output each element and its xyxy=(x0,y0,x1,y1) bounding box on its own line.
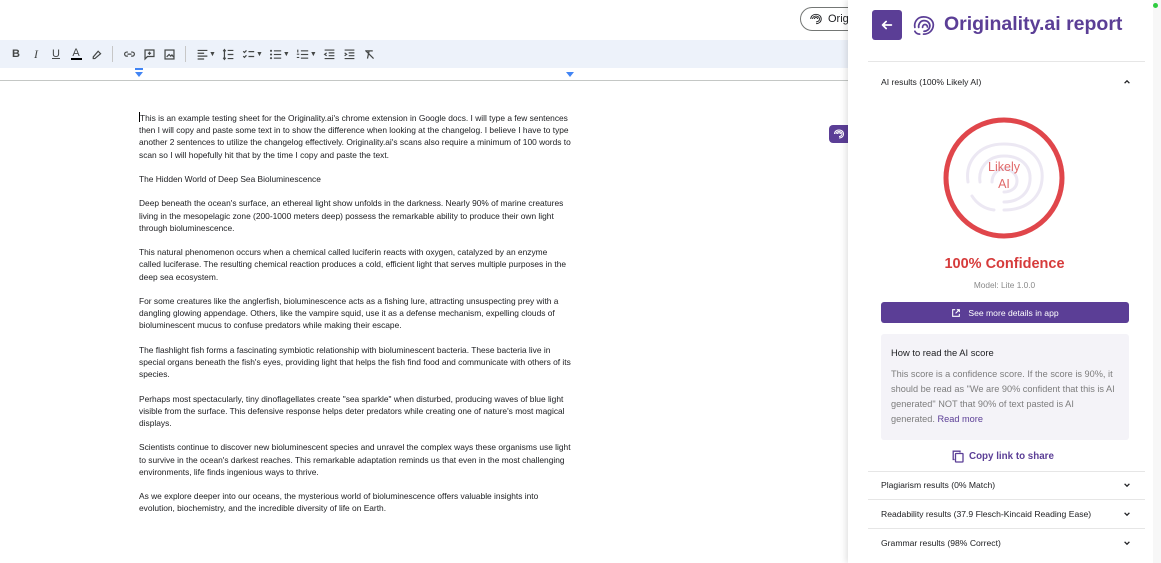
highlight-icon[interactable] xyxy=(86,44,106,64)
ai-results-label: AI results (100% Likely AI) xyxy=(881,77,982,87)
toolbar-divider xyxy=(185,46,186,62)
doc-paragraph: For some creatures like the anglerfish, … xyxy=(139,295,559,331)
model-version: Model: Lite 1.0.0 xyxy=(973,280,1036,290)
brain-icon xyxy=(833,129,844,139)
line-spacing-icon[interactable] xyxy=(219,44,239,64)
doc-paragraph: Scientists continue to discover new biol… xyxy=(139,442,571,477)
image-icon[interactable] xyxy=(159,44,179,64)
numbered-list-chevron-down-icon[interactable]: ▼ xyxy=(310,51,317,58)
bulleted-list-chevron-down-icon[interactable]: ▼ xyxy=(283,51,290,58)
grammar-label: Grammar results (98% Correct) xyxy=(881,538,1001,548)
ai-results-accordion[interactable]: AI results (100% Likely AI) xyxy=(881,75,1131,89)
doc-paragraph: Perhaps most spectacularly, tiny dinofla… xyxy=(139,393,565,428)
back-button[interactable] xyxy=(872,10,902,40)
bold-button[interactable]: B xyxy=(6,44,26,64)
chevron-up-icon xyxy=(1124,79,1130,84)
plagiarism-label: Plagiarism results (0% Match) xyxy=(881,480,996,490)
horizontal-ruler xyxy=(0,68,848,81)
section-divider xyxy=(868,528,1145,529)
doc-paragraph: The flashlight fish forms a fascinating … xyxy=(139,344,571,380)
originality-report-panel: Originality.ai report AI results (100% L… xyxy=(848,0,1161,563)
how-to-read-text: This score is a confidence score. If the… xyxy=(891,369,1115,424)
underline-button[interactable]: U xyxy=(46,44,66,64)
document-body[interactable]: This is an example testing sheet for the… xyxy=(139,112,571,527)
confidence-score: 100% Confidence xyxy=(944,256,1065,272)
docs-header xyxy=(0,0,848,40)
section-divider xyxy=(868,499,1145,500)
formatting-toolbar: B I U A ▼ ▼ ▼ ▼ xyxy=(0,40,848,68)
how-to-read-body: This score is a confidence score. If the… xyxy=(891,367,1119,427)
extension-pill-label: Origi xyxy=(828,13,848,25)
align-chevron-down-icon[interactable]: ▼ xyxy=(209,51,216,58)
google-docs-editor: Origi B I U A ▼ ▼ xyxy=(0,0,848,563)
text-color-swatch xyxy=(70,57,82,60)
decrease-indent-icon[interactable] xyxy=(320,44,340,64)
plagiarism-accordion[interactable]: Plagiarism results (0% Match) xyxy=(881,478,1131,492)
clear-formatting-icon[interactable] xyxy=(360,44,380,64)
gauge-label-line1: Likely xyxy=(988,160,1020,174)
originality-side-tab[interactable] xyxy=(829,125,848,143)
how-to-read-card: How to read the AI score This score is a… xyxy=(881,334,1129,440)
panel-title: Originality.ai report xyxy=(944,13,1123,35)
external-link-icon xyxy=(952,308,961,317)
checklist-chevron-down-icon[interactable]: ▼ xyxy=(256,51,263,58)
section-divider xyxy=(868,471,1145,472)
doc-heading: The Hidden World of Deep Sea Bioluminesc… xyxy=(139,174,321,184)
chevron-down-icon xyxy=(1124,512,1130,517)
how-to-read-title: How to read the AI score xyxy=(891,347,994,358)
status-indicator-dot xyxy=(1153,3,1158,8)
copy-link-button[interactable]: Copy link to share xyxy=(952,449,1054,463)
toolbar-divider xyxy=(112,46,113,62)
doc-paragraph: As we explore deeper into our oceans, th… xyxy=(139,491,539,514)
readability-accordion[interactable]: Readability results (37.9 Flesch-Kincaid… xyxy=(881,507,1131,521)
right-indent-marker[interactable] xyxy=(566,72,574,77)
brain-icon xyxy=(810,13,822,25)
readability-label: Readability results (37.9 Flesch-Kincaid… xyxy=(881,509,1092,519)
see-details-label: See more details in app xyxy=(968,307,1059,318)
gauge-label: Likely AI xyxy=(942,159,1066,193)
panel-scrollbar[interactable] xyxy=(1153,0,1161,563)
chevron-down-icon xyxy=(1124,541,1130,546)
link-icon[interactable] xyxy=(119,44,139,64)
doc-paragraph: This natural phenomenon occurs when a ch… xyxy=(139,247,567,282)
comment-icon[interactable] xyxy=(139,44,159,64)
see-details-button[interactable]: See more details in app xyxy=(881,302,1129,323)
paragraph-text: This is an example testing sheet for the… xyxy=(139,113,571,160)
copy-link-label: Copy link to share xyxy=(969,450,1054,462)
left-indent-marker[interactable] xyxy=(135,68,143,77)
header-divider xyxy=(868,61,1145,62)
doc-paragraph: Deep beneath the ocean's surface, an eth… xyxy=(139,198,564,233)
copy-icon xyxy=(952,450,964,463)
read-more-link[interactable]: Read more xyxy=(938,414,983,424)
text-color-button[interactable]: A xyxy=(66,44,86,64)
originality-logo-icon xyxy=(913,15,935,36)
italic-button[interactable]: I xyxy=(26,44,46,64)
text-color-glyph: A xyxy=(72,46,80,59)
originality-extension-pill[interactable]: Origi xyxy=(800,7,848,31)
chevron-down-icon xyxy=(1124,483,1130,488)
gauge-label-line2: AI xyxy=(998,177,1010,191)
arrow-left-icon xyxy=(881,20,893,30)
grammar-accordion[interactable]: Grammar results (98% Correct) xyxy=(881,536,1131,550)
increase-indent-icon[interactable] xyxy=(340,44,360,64)
doc-paragraph: This is an example testing sheet for the… xyxy=(139,112,571,161)
